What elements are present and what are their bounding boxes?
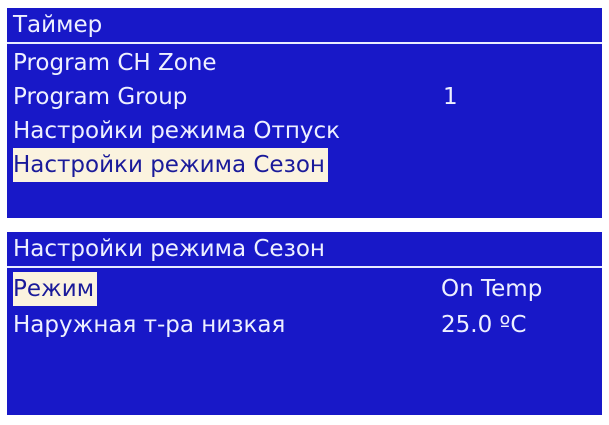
setting-row-outdoor-temp-low[interactable]: Наружная т-ра низкая 25.0 ºC (7, 308, 602, 342)
menu-item-label: Program Group (13, 84, 188, 110)
menu-item-program-ch-zone[interactable]: Program CH Zone (7, 46, 602, 80)
timer-menu-title: Таймер (7, 8, 602, 44)
season-settings-title: Настройки режима Сезон (7, 232, 602, 268)
menu-item-label: Program CH Zone (13, 50, 217, 76)
menu-item-label-highlighted: Настройки режима Сезон (13, 148, 328, 182)
menu-item-label: Настройки режима Отпуск (13, 118, 341, 144)
setting-label: Наружная т-ра низкая (13, 312, 286, 338)
setting-value-mode[interactable]: On Temp (441, 272, 542, 306)
setting-value-outdoor-temp-low[interactable]: 25.0 ºC (441, 308, 526, 342)
setting-row-mode[interactable]: Режим On Temp (7, 272, 602, 306)
menu-item-vacation-settings[interactable]: Настройки режима Отпуск (7, 114, 602, 148)
menu-item-season-settings[interactable]: Настройки режима Сезон (7, 148, 602, 182)
menu-item-value: 1 (443, 84, 458, 110)
setting-label-highlighted: Режим (13, 272, 98, 306)
timer-menu-screen: Таймер Program CH Zone Program Group 1 Н… (7, 8, 602, 218)
season-settings-screen: Настройки режима Сезон Режим On Temp Нар… (7, 232, 602, 415)
menu-item-program-group[interactable]: Program Group 1 (7, 80, 602, 114)
